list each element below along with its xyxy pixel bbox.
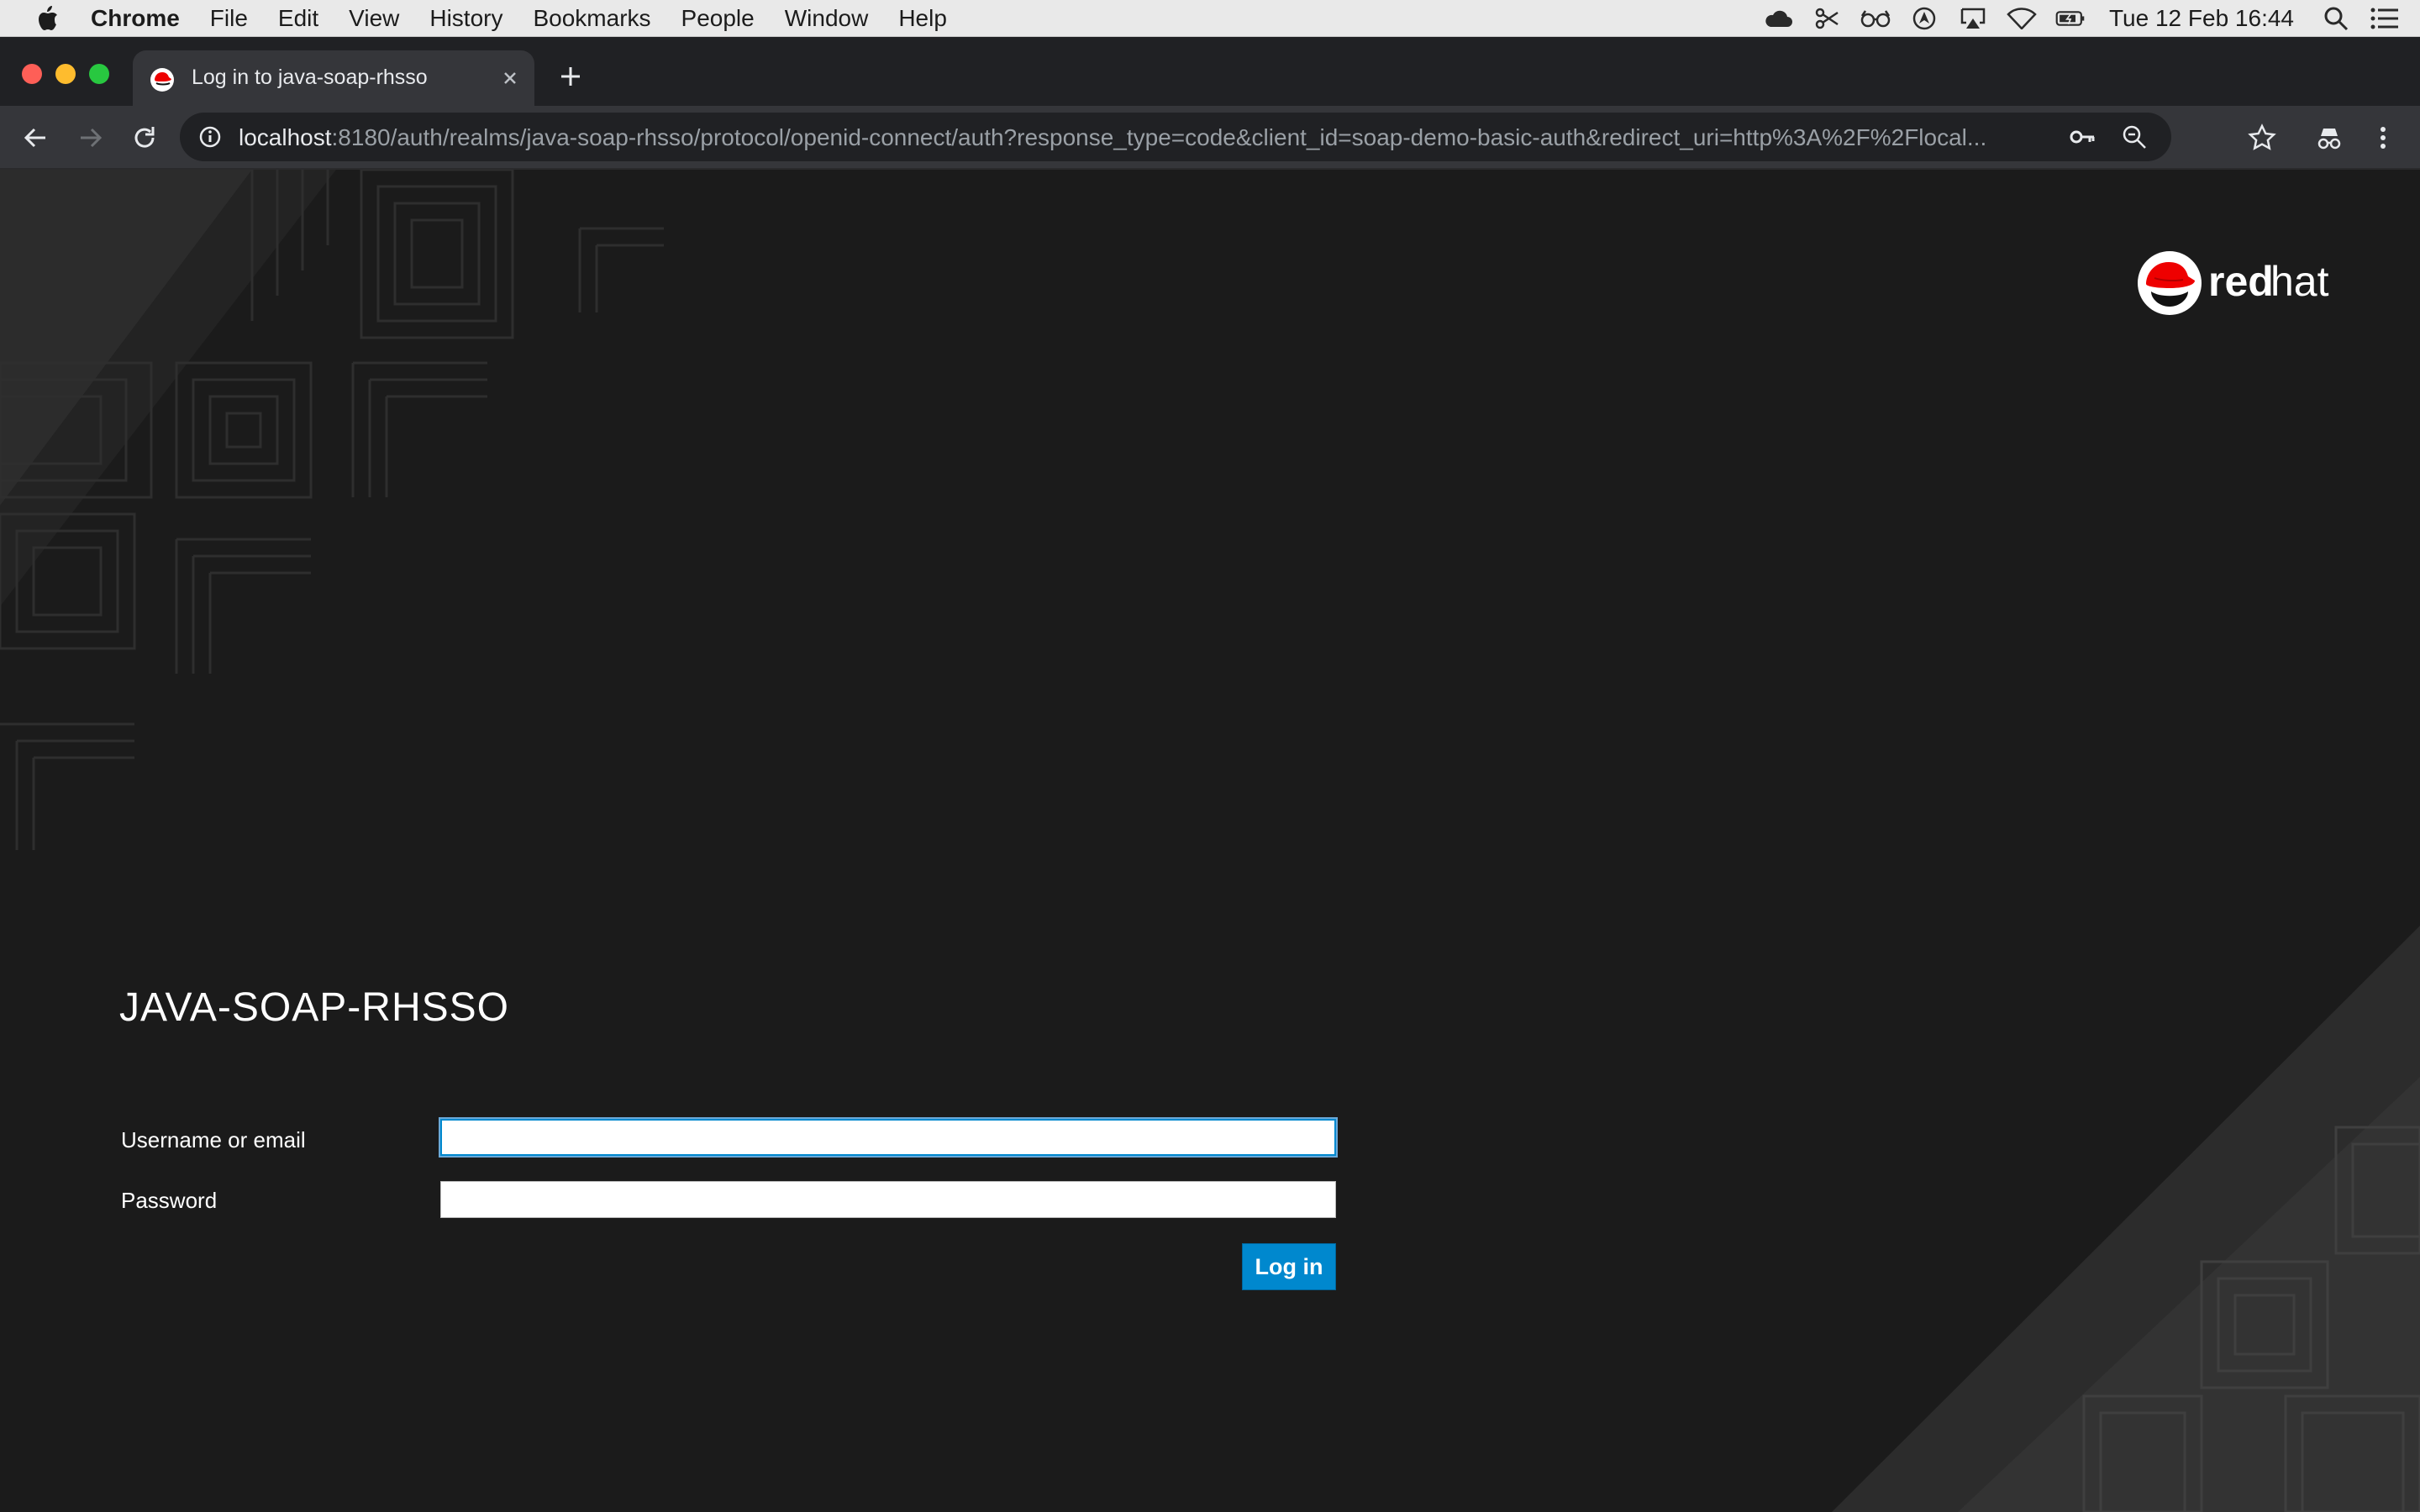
forward-arrow-icon[interactable] — [76, 123, 106, 153]
browser-tab-active[interactable]: Log in to java-soap-rhsso — [133, 50, 534, 106]
redhat-logo: red hat — [2136, 247, 2354, 323]
redhat-shadowman-icon: red hat — [2138, 251, 2329, 315]
menu-app-name[interactable]: Chrome — [91, 5, 180, 32]
location-arrow-icon[interactable] — [1909, 5, 1939, 32]
battery-icon[interactable] — [2055, 5, 2086, 32]
realm-title: JAVA-SOAP-RHSSO — [119, 985, 509, 1030]
spotlight-search-icon[interactable] — [2321, 5, 2351, 32]
menu-window[interactable]: Window — [785, 5, 869, 32]
menu-file[interactable]: File — [210, 5, 248, 32]
site-info-icon[interactable] — [198, 125, 222, 149]
apple-logo-icon[interactable] — [35, 5, 59, 32]
back-arrow-icon[interactable] — [20, 123, 50, 153]
password-input[interactable] — [440, 1181, 1336, 1218]
scissors-icon[interactable] — [1812, 5, 1842, 32]
incognito-icon[interactable] — [2314, 123, 2344, 153]
browser-tab-strip: Log in to java-soap-rhsso — [0, 37, 2420, 106]
wifi-icon[interactable] — [2007, 5, 2037, 32]
logo-text-red: red — [2208, 258, 2274, 305]
window-close-button[interactable] — [22, 64, 42, 84]
macos-menu-bar: Chrome File Edit View History Bookmarks … — [0, 0, 2420, 37]
bookmark-star-icon[interactable] — [2247, 123, 2277, 153]
menu-bookmarks[interactable]: Bookmarks — [533, 5, 650, 32]
menu-edit[interactable]: Edit — [278, 5, 318, 32]
password-label: Password — [121, 1188, 218, 1213]
window-zoom-button[interactable] — [89, 64, 109, 84]
key-icon[interactable] — [2069, 123, 2096, 150]
reload-icon[interactable] — [129, 123, 160, 153]
menu-history[interactable]: History — [429, 5, 502, 32]
address-bar[interactable]: localhost:8180/auth/realms/java-soap-rhs… — [180, 113, 2171, 161]
username-input[interactable] — [440, 1119, 1336, 1156]
zoom-icon[interactable] — [2121, 123, 2148, 150]
menu-clock[interactable]: Tue 12 Feb 16:44 — [2109, 5, 2294, 32]
new-tab-icon[interactable] — [558, 64, 583, 89]
chrome-menu-icon[interactable] — [2368, 123, 2398, 153]
url-text[interactable]: localhost:8180/auth/realms/java-soap-rhs… — [239, 124, 2045, 151]
airplay-icon[interactable] — [1958, 5, 1988, 32]
url-host: localhost — [239, 124, 332, 150]
window-minimize-button[interactable] — [55, 64, 76, 84]
background-pattern — [0, 170, 2420, 1512]
tab-close-icon[interactable] — [497, 66, 523, 91]
url-path: :8180/auth/realms/java-soap-rhsso/protoc… — [331, 124, 1987, 150]
redhat-favicon-icon — [150, 68, 174, 92]
username-label: Username or email — [121, 1127, 306, 1152]
menu-view[interactable]: View — [349, 5, 399, 32]
tab-title: Log in to java-soap-rhsso — [192, 66, 428, 89]
glasses-icon[interactable] — [1860, 5, 1891, 32]
menu-people[interactable]: People — [681, 5, 755, 32]
menu-help[interactable]: Help — [898, 5, 947, 32]
login-button[interactable]: Log in — [1242, 1243, 1336, 1290]
login-page: red hat JAVA-SOAP-RHSSO Username or emai… — [0, 170, 2420, 1512]
logo-text-hat: hat — [2270, 258, 2329, 305]
notification-center-icon[interactable] — [2370, 5, 2400, 32]
browser-toolbar: localhost:8180/auth/realms/java-soap-rhs… — [0, 106, 2420, 170]
creative-cloud-icon[interactable] — [1763, 5, 1793, 32]
